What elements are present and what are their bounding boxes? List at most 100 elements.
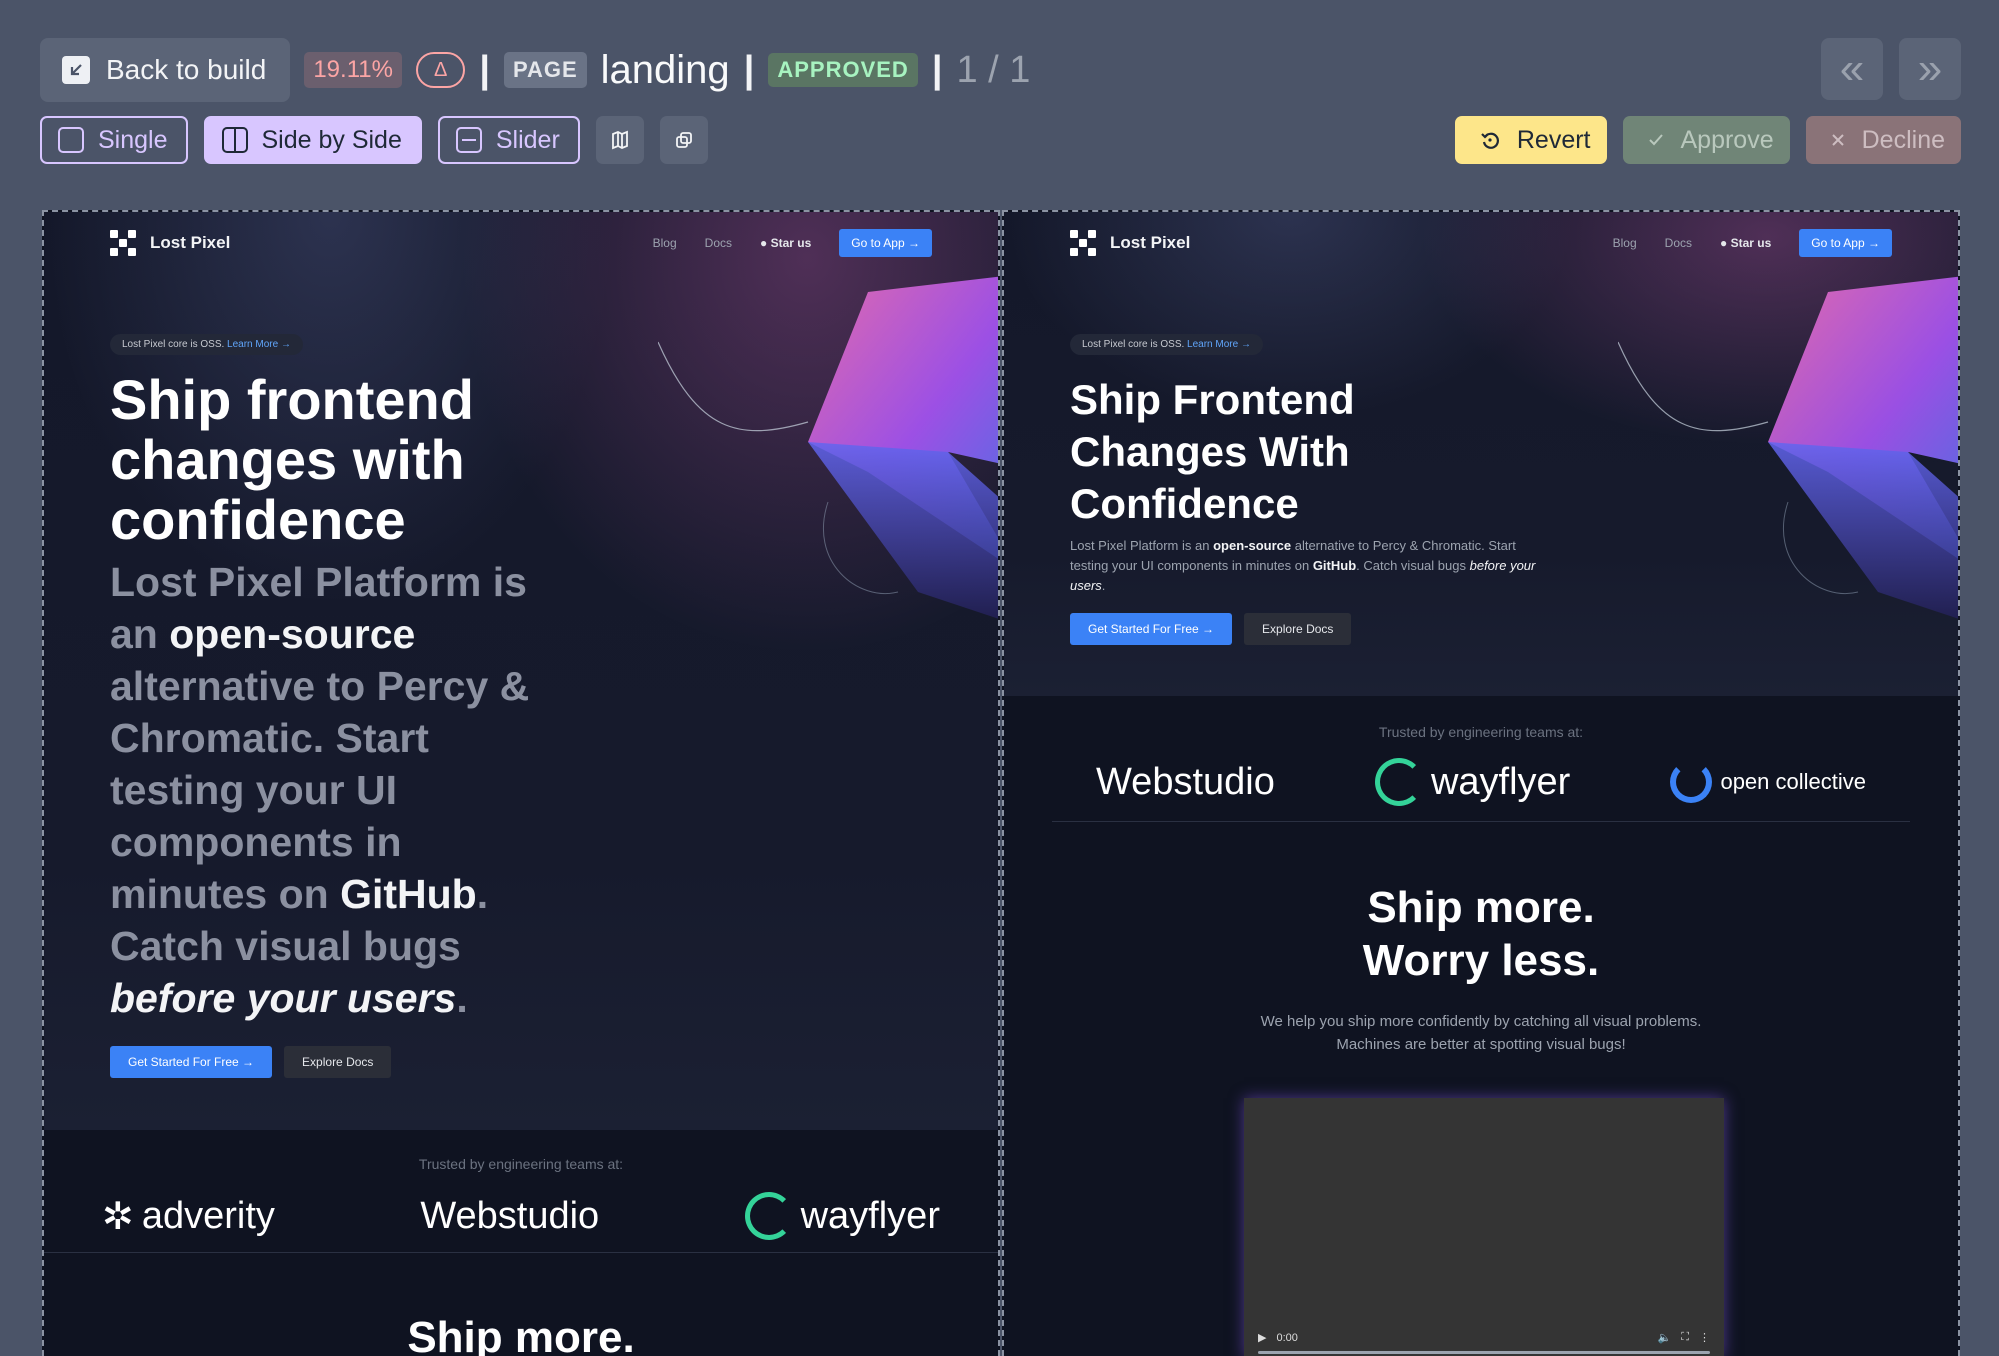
hero-lead-text: Lost Pixel Platform is an open-source al… [110, 556, 570, 1024]
site-navbar: Lost Pixel Blog Docs ● Star us Go to App… [1070, 228, 1892, 258]
nav-docs-link[interactable]: Docs [1665, 236, 1692, 250]
play-icon[interactable]: ▶ [1258, 1331, 1266, 1344]
review-actions: Revert Approve Decline [1454, 116, 1961, 164]
explore-docs-button[interactable]: Explore Docs [1244, 613, 1352, 645]
current-screenshot-pane[interactable]: Lost Pixel Blog Docs ● Star us Go to App… [1002, 210, 1960, 1356]
customer-logo-name: wayflyer [800, 1194, 940, 1237]
explore-docs-button[interactable]: Explore Docs [284, 1046, 392, 1078]
wayflyer-logo-icon [744, 1192, 793, 1240]
split-view-icon [221, 127, 248, 153]
toolbar-row-modes: Single Side by Side Slider [40, 116, 708, 164]
approve-button[interactable]: Approve [1622, 116, 1790, 164]
learn-more-link[interactable]: Learn More → [227, 339, 291, 350]
site-navbar: Lost Pixel Blog Docs ● Star us Go to App… [110, 228, 932, 258]
revert-label: Revert [1516, 125, 1591, 154]
nav-star-label: Star us [770, 236, 812, 250]
more-options-icon[interactable]: ⋮ [1699, 1331, 1710, 1344]
nav-star-link[interactable]: ● Star us [760, 236, 811, 250]
mode-slider-button[interactable]: Slider [437, 116, 580, 164]
shot-navigation: « » [1821, 38, 1961, 100]
baseline-screenshot-pane[interactable]: Lost Pixel Blog Docs ● Star us Go to App… [42, 210, 1000, 1356]
nav-blog-link[interactable]: Blog [653, 236, 677, 250]
lead-emphasis: GitHub [340, 871, 477, 917]
go-to-app-button[interactable]: Go to App → [839, 229, 932, 257]
hero-section: Lost Pixel Blog Docs ● Star us Go to App… [1004, 212, 1958, 696]
chevrons-right-icon: » [1917, 44, 1943, 93]
ship-heading-line: Worry less. [1362, 935, 1600, 985]
lead-text: . [1101, 578, 1106, 593]
pager-count: 1 / 1 [956, 48, 1031, 91]
hero-headline: Ship frontend changes with confidence [110, 370, 474, 550]
lead-emphasis: open-source [169, 611, 416, 657]
single-view-icon [58, 127, 84, 153]
site-brand: Lost Pixel [1110, 233, 1191, 252]
headline-line: confidence [110, 488, 406, 551]
hero-cta-group: Get Started For Free → Explore Docs [1070, 613, 1352, 645]
map-icon [611, 130, 628, 150]
hero-headline: Ship Frontend Changes With Confidence [1070, 374, 1355, 530]
copy-icon [675, 132, 692, 148]
customer-logo-name: open collective [1720, 769, 1866, 794]
site-nav-links: Blog Docs ● Star us Go to App → [1613, 229, 1892, 257]
oss-announcement: Lost Pixel core is OSS. Learn More → [110, 334, 303, 355]
demo-video-player[interactable]: ▶ 0:00 🔈 ⛶ ⋮ [1244, 1098, 1724, 1356]
copy-button[interactable] [659, 116, 708, 164]
customer-logo: Webstudio [420, 1195, 599, 1238]
customer-logo-name: Webstudio [1096, 760, 1275, 803]
lost-pixel-logo-icon [1070, 230, 1096, 256]
open-collective-logo-icon [1670, 761, 1713, 803]
lost-pixel-logo-icon [110, 230, 136, 256]
get-started-button[interactable]: Get Started For Free → [1070, 613, 1233, 645]
mode-side-by-side-label: Side by Side [261, 125, 402, 154]
delta-toggle[interactable]: Δ [415, 52, 466, 88]
video-progress-track[interactable] [1258, 1351, 1710, 1354]
learn-more-link[interactable]: Learn More → [1187, 339, 1251, 350]
wayflyer-logo-icon [1374, 758, 1423, 806]
decline-label: Decline [1861, 125, 1945, 154]
customer-logo: wayflyer [744, 1192, 940, 1240]
nav-docs-link[interactable]: Docs [705, 236, 732, 250]
oss-announcement: Lost Pixel core is OSS. Learn More → [1070, 334, 1263, 355]
ship-more-heading: Ship more. [407, 1313, 635, 1356]
revert-icon [1481, 132, 1499, 149]
github-icon: ● [1720, 236, 1731, 250]
customer-logo-name: wayflyer [1430, 760, 1571, 803]
mode-single-button[interactable]: Single [40, 116, 188, 164]
diff-percentage-badge: 19.11% [304, 52, 402, 88]
volume-icon[interactable]: 🔈 [1658, 1331, 1672, 1344]
divider [1052, 821, 1910, 822]
hero-section: Lost Pixel Blog Docs ● Star us Go to App… [44, 212, 998, 1130]
mode-side-by-side-button[interactable]: Side by Side [203, 116, 422, 164]
previous-shot-button[interactable]: « [1821, 38, 1883, 100]
decline-button[interactable]: Decline [1805, 116, 1961, 164]
separator: | [743, 48, 755, 91]
back-arrow-icon [62, 56, 90, 84]
fullscreen-icon[interactable]: ⛶ [1681, 1331, 1689, 1344]
close-icon [1831, 134, 1844, 146]
approve-label: Approve [1680, 125, 1774, 154]
separator: | [479, 48, 490, 91]
headline-line: Changes With [1070, 428, 1350, 475]
get-started-button[interactable]: Get Started For Free → [110, 1046, 273, 1078]
nav-star-link[interactable]: ● Star us [1720, 236, 1771, 250]
nav-blog-link[interactable]: Blog [1613, 236, 1637, 250]
check-icon [1648, 134, 1663, 146]
ship-more-description: We help you ship more confidently by cat… [1004, 1011, 1958, 1056]
customer-logo: wayflyer [1374, 758, 1571, 806]
revert-button[interactable]: Revert [1454, 116, 1607, 164]
headline-line: Ship frontend [110, 368, 474, 431]
hero-3d-shape [1618, 276, 1958, 619]
hero-3d-shape [658, 276, 998, 619]
minimap-toggle-button[interactable] [595, 116, 644, 164]
next-shot-button[interactable]: » [1899, 38, 1961, 100]
adverity-logo-icon: ✲ [102, 1195, 134, 1238]
status-badge: APPROVED [768, 53, 918, 87]
hero-cta-group: Get Started For Free → Explore Docs [110, 1046, 392, 1078]
customer-logos: Webstudio wayflyer open collective [1096, 758, 1866, 806]
go-to-app-button[interactable]: Go to App → [1799, 229, 1892, 257]
back-to-build-button[interactable]: Back to build [40, 38, 291, 102]
site-brand: Lost Pixel [150, 233, 231, 252]
ship-heading-line: Ship more. [1367, 883, 1595, 932]
review-toolbar: Back to build 19.11% Δ | PAGE landing | … [0, 0, 1999, 195]
headline-line: Ship Frontend [1070, 376, 1355, 423]
